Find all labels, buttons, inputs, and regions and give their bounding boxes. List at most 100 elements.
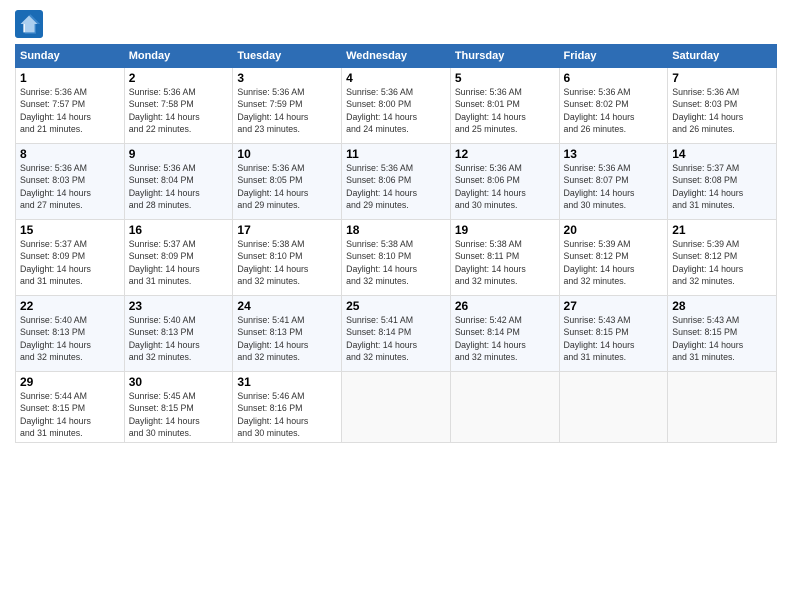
day-info: Sunrise: 5:44 AM Sunset: 8:15 PM Dayligh… — [20, 390, 120, 439]
calendar-cell: 16Sunrise: 5:37 AM Sunset: 8:09 PM Dayli… — [124, 220, 233, 296]
calendar-cell: 26Sunrise: 5:42 AM Sunset: 8:14 PM Dayli… — [450, 296, 559, 372]
day-number: 3 — [237, 71, 337, 85]
calendar-cell: 14Sunrise: 5:37 AM Sunset: 8:08 PM Dayli… — [668, 144, 777, 220]
day-number: 24 — [237, 299, 337, 313]
days-header-row: SundayMondayTuesdayWednesdayThursdayFrid… — [16, 45, 777, 68]
day-number: 20 — [564, 223, 664, 237]
header-wednesday: Wednesday — [342, 45, 451, 68]
day-info: Sunrise: 5:45 AM Sunset: 8:15 PM Dayligh… — [129, 390, 229, 439]
header-saturday: Saturday — [668, 45, 777, 68]
day-info: Sunrise: 5:41 AM Sunset: 8:14 PM Dayligh… — [346, 314, 446, 363]
day-info: Sunrise: 5:37 AM Sunset: 8:09 PM Dayligh… — [20, 238, 120, 287]
calendar-cell: 18Sunrise: 5:38 AM Sunset: 8:10 PM Dayli… — [342, 220, 451, 296]
calendar-body: 1Sunrise: 5:36 AM Sunset: 7:57 PM Daylig… — [16, 68, 777, 443]
day-info: Sunrise: 5:36 AM Sunset: 7:59 PM Dayligh… — [237, 86, 337, 135]
calendar-cell: 8Sunrise: 5:36 AM Sunset: 8:03 PM Daylig… — [16, 144, 125, 220]
calendar-header: SundayMondayTuesdayWednesdayThursdayFrid… — [16, 45, 777, 68]
calendar-cell: 24Sunrise: 5:41 AM Sunset: 8:13 PM Dayli… — [233, 296, 342, 372]
day-info: Sunrise: 5:36 AM Sunset: 8:07 PM Dayligh… — [564, 162, 664, 211]
day-number: 12 — [455, 147, 555, 161]
day-info: Sunrise: 5:37 AM Sunset: 8:08 PM Dayligh… — [672, 162, 772, 211]
day-info: Sunrise: 5:36 AM Sunset: 8:06 PM Dayligh… — [346, 162, 446, 211]
header-tuesday: Tuesday — [233, 45, 342, 68]
calendar-cell: 7Sunrise: 5:36 AM Sunset: 8:03 PM Daylig… — [668, 68, 777, 144]
calendar-week-4: 22Sunrise: 5:40 AM Sunset: 8:13 PM Dayli… — [16, 296, 777, 372]
day-number: 28 — [672, 299, 772, 313]
day-info: Sunrise: 5:38 AM Sunset: 8:11 PM Dayligh… — [455, 238, 555, 287]
day-info: Sunrise: 5:41 AM Sunset: 8:13 PM Dayligh… — [237, 314, 337, 363]
day-number: 21 — [672, 223, 772, 237]
day-info: Sunrise: 5:36 AM Sunset: 8:02 PM Dayligh… — [564, 86, 664, 135]
calendar-cell: 20Sunrise: 5:39 AM Sunset: 8:12 PM Dayli… — [559, 220, 668, 296]
calendar-cell: 25Sunrise: 5:41 AM Sunset: 8:14 PM Dayli… — [342, 296, 451, 372]
calendar-cell: 12Sunrise: 5:36 AM Sunset: 8:06 PM Dayli… — [450, 144, 559, 220]
day-info: Sunrise: 5:37 AM Sunset: 8:09 PM Dayligh… — [129, 238, 229, 287]
day-number: 10 — [237, 147, 337, 161]
day-number: 29 — [20, 375, 120, 389]
day-info: Sunrise: 5:36 AM Sunset: 8:03 PM Dayligh… — [20, 162, 120, 211]
calendar-cell — [342, 372, 451, 443]
calendar-week-3: 15Sunrise: 5:37 AM Sunset: 8:09 PM Dayli… — [16, 220, 777, 296]
day-number: 17 — [237, 223, 337, 237]
calendar-cell: 29Sunrise: 5:44 AM Sunset: 8:15 PM Dayli… — [16, 372, 125, 443]
day-info: Sunrise: 5:46 AM Sunset: 8:16 PM Dayligh… — [237, 390, 337, 439]
calendar-cell: 11Sunrise: 5:36 AM Sunset: 8:06 PM Dayli… — [342, 144, 451, 220]
day-info: Sunrise: 5:36 AM Sunset: 8:05 PM Dayligh… — [237, 162, 337, 211]
day-number: 8 — [20, 147, 120, 161]
day-number: 25 — [346, 299, 446, 313]
header-thursday: Thursday — [450, 45, 559, 68]
day-number: 13 — [564, 147, 664, 161]
day-number: 19 — [455, 223, 555, 237]
day-info: Sunrise: 5:36 AM Sunset: 7:58 PM Dayligh… — [129, 86, 229, 135]
logo — [15, 10, 47, 38]
calendar-cell: 4Sunrise: 5:36 AM Sunset: 8:00 PM Daylig… — [342, 68, 451, 144]
day-number: 27 — [564, 299, 664, 313]
day-number: 18 — [346, 223, 446, 237]
day-number: 2 — [129, 71, 229, 85]
day-number: 26 — [455, 299, 555, 313]
calendar-cell: 9Sunrise: 5:36 AM Sunset: 8:04 PM Daylig… — [124, 144, 233, 220]
calendar-cell — [450, 372, 559, 443]
calendar-cell: 2Sunrise: 5:36 AM Sunset: 7:58 PM Daylig… — [124, 68, 233, 144]
calendar-cell: 27Sunrise: 5:43 AM Sunset: 8:15 PM Dayli… — [559, 296, 668, 372]
calendar-cell: 10Sunrise: 5:36 AM Sunset: 8:05 PM Dayli… — [233, 144, 342, 220]
day-info: Sunrise: 5:39 AM Sunset: 8:12 PM Dayligh… — [672, 238, 772, 287]
day-info: Sunrise: 5:40 AM Sunset: 8:13 PM Dayligh… — [129, 314, 229, 363]
day-info: Sunrise: 5:36 AM Sunset: 7:57 PM Dayligh… — [20, 86, 120, 135]
calendar-cell: 1Sunrise: 5:36 AM Sunset: 7:57 PM Daylig… — [16, 68, 125, 144]
day-number: 16 — [129, 223, 229, 237]
calendar-cell: 31Sunrise: 5:46 AM Sunset: 8:16 PM Dayli… — [233, 372, 342, 443]
calendar-cell — [559, 372, 668, 443]
day-info: Sunrise: 5:39 AM Sunset: 8:12 PM Dayligh… — [564, 238, 664, 287]
day-number: 1 — [20, 71, 120, 85]
day-number: 31 — [237, 375, 337, 389]
calendar-week-1: 1Sunrise: 5:36 AM Sunset: 7:57 PM Daylig… — [16, 68, 777, 144]
day-number: 22 — [20, 299, 120, 313]
calendar-cell: 3Sunrise: 5:36 AM Sunset: 7:59 PM Daylig… — [233, 68, 342, 144]
day-number: 5 — [455, 71, 555, 85]
calendar-cell: 30Sunrise: 5:45 AM Sunset: 8:15 PM Dayli… — [124, 372, 233, 443]
calendar-cell: 5Sunrise: 5:36 AM Sunset: 8:01 PM Daylig… — [450, 68, 559, 144]
calendar-cell: 23Sunrise: 5:40 AM Sunset: 8:13 PM Dayli… — [124, 296, 233, 372]
day-info: Sunrise: 5:40 AM Sunset: 8:13 PM Dayligh… — [20, 314, 120, 363]
header — [15, 10, 777, 38]
calendar-table: SundayMondayTuesdayWednesdayThursdayFrid… — [15, 44, 777, 443]
calendar-cell: 15Sunrise: 5:37 AM Sunset: 8:09 PM Dayli… — [16, 220, 125, 296]
day-number: 23 — [129, 299, 229, 313]
day-info: Sunrise: 5:42 AM Sunset: 8:14 PM Dayligh… — [455, 314, 555, 363]
day-info: Sunrise: 5:36 AM Sunset: 8:01 PM Dayligh… — [455, 86, 555, 135]
day-number: 4 — [346, 71, 446, 85]
day-number: 9 — [129, 147, 229, 161]
day-info: Sunrise: 5:36 AM Sunset: 8:00 PM Dayligh… — [346, 86, 446, 135]
day-number: 30 — [129, 375, 229, 389]
day-info: Sunrise: 5:36 AM Sunset: 8:06 PM Dayligh… — [455, 162, 555, 211]
day-info: Sunrise: 5:43 AM Sunset: 8:15 PM Dayligh… — [564, 314, 664, 363]
day-number: 15 — [20, 223, 120, 237]
calendar-week-2: 8Sunrise: 5:36 AM Sunset: 8:03 PM Daylig… — [16, 144, 777, 220]
day-number: 14 — [672, 147, 772, 161]
calendar-cell: 17Sunrise: 5:38 AM Sunset: 8:10 PM Dayli… — [233, 220, 342, 296]
calendar-cell: 28Sunrise: 5:43 AM Sunset: 8:15 PM Dayli… — [668, 296, 777, 372]
calendar-cell — [668, 372, 777, 443]
header-monday: Monday — [124, 45, 233, 68]
calendar-cell: 22Sunrise: 5:40 AM Sunset: 8:13 PM Dayli… — [16, 296, 125, 372]
